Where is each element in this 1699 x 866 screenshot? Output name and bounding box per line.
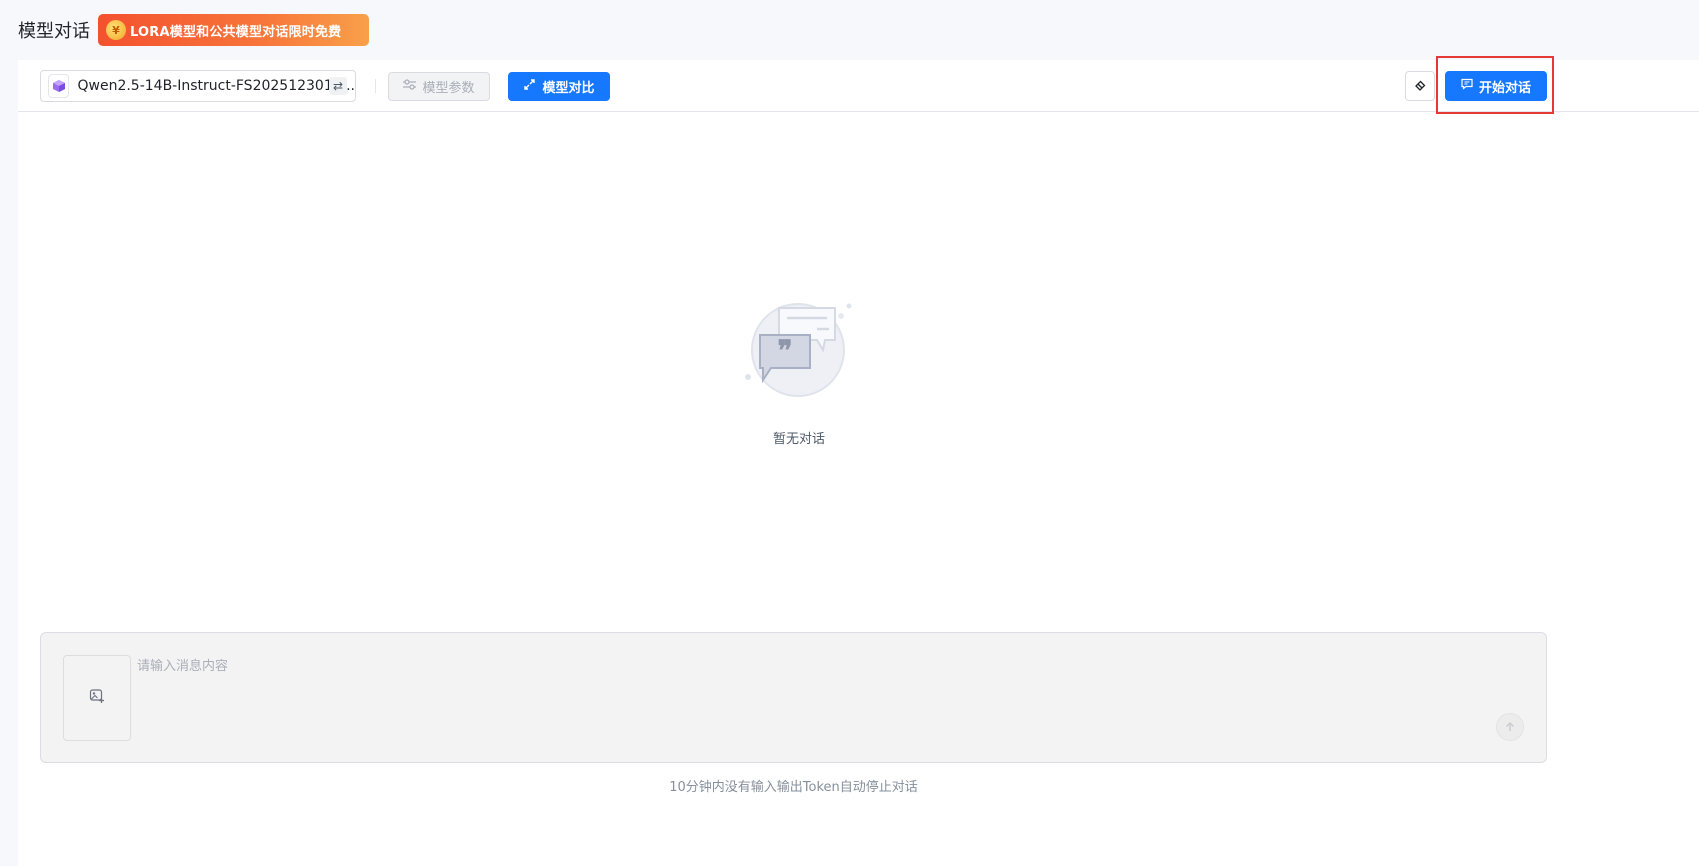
model-compare-label: 模型对比	[542, 81, 595, 96]
message-input[interactable]	[137, 655, 1477, 725]
message-composer	[40, 632, 1547, 763]
page-title: 模型对话	[18, 21, 90, 42]
model-name: Qwen2.5-14B-Instruct-FS2025123011...	[77, 78, 355, 94]
chat-icon	[1461, 78, 1473, 94]
page-header: 模型对话 ¥ LORA模型和公共模型对话限时免费	[18, 14, 369, 46]
clear-chat-button[interactable]	[1405, 71, 1435, 101]
empty-chat-illustration: ❞	[743, 300, 858, 400]
divider	[375, 79, 376, 93]
compare-icon	[523, 78, 536, 95]
promo-banner[interactable]: ¥ LORA模型和公共模型对话限时免费	[98, 14, 369, 46]
chat-panel: Qwen2.5-14B-Instruct-FS2025123011... ⇄ 模…	[18, 56, 1699, 866]
model-compare-button[interactable]: 模型对比	[508, 72, 610, 101]
toolbar: Qwen2.5-14B-Instruct-FS2025123011... ⇄ 模…	[18, 56, 1699, 114]
promo-text: LORA模型和公共模型对话限时免费	[130, 24, 342, 40]
start-chat-button[interactable]: 开始对话	[1445, 71, 1547, 101]
sliders-icon	[403, 79, 417, 94]
empty-state-text: 暂无对话	[772, 432, 825, 447]
start-chat-label: 开始对话	[1478, 80, 1531, 96]
arrow-up-icon	[1504, 718, 1516, 737]
eraser-icon	[1414, 77, 1426, 96]
send-button[interactable]	[1496, 713, 1524, 741]
model-selector[interactable]: Qwen2.5-14B-Instruct-FS2025123011... ⇄	[40, 70, 356, 102]
model-params-label: 模型参数	[422, 81, 475, 96]
svg-text:❞: ❞	[777, 334, 792, 367]
footer-note: 10分钟内没有输入输出Token自动停止对话	[669, 780, 918, 795]
model-params-button[interactable]: 模型参数	[388, 72, 490, 101]
cube-icon	[48, 74, 70, 98]
swap-icon[interactable]: ⇄	[329, 77, 347, 95]
image-add-icon	[89, 688, 105, 708]
upload-image-button[interactable]	[63, 655, 131, 741]
coin-icon: ¥	[106, 20, 126, 40]
